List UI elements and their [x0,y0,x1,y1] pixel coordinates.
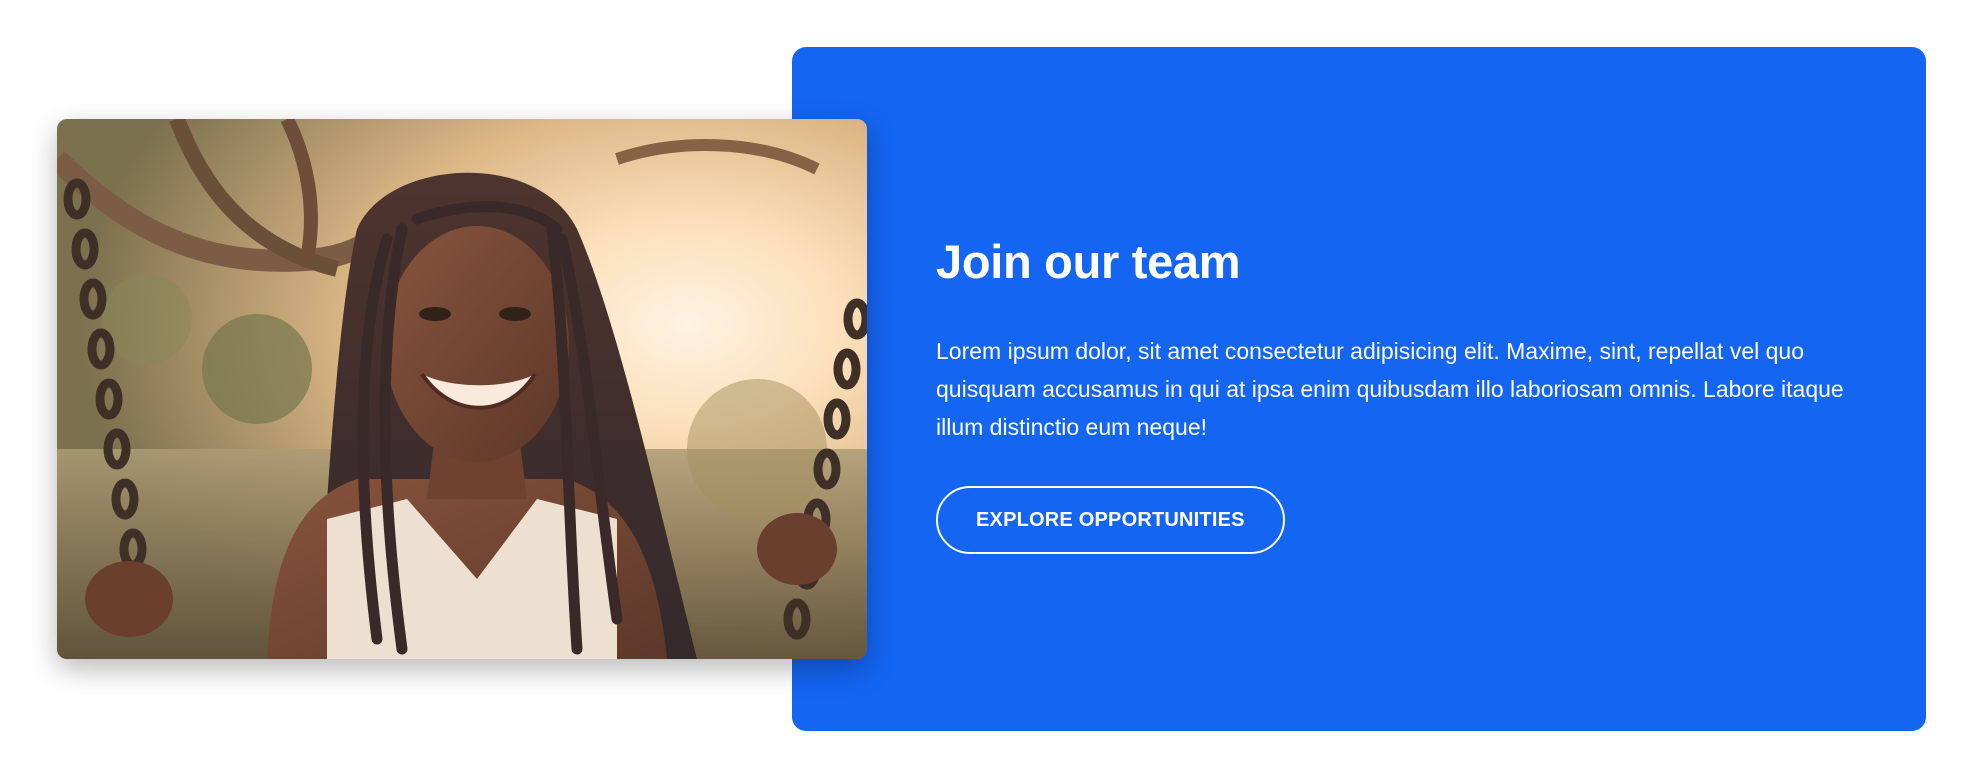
hero-description: Lorem ipsum dolor, sit amet consectetur … [936,338,1844,440]
explore-opportunities-button[interactable]: EXPLORE OPPORTUNITIES [936,486,1285,554]
page-title: Join our team [936,235,1241,288]
team-photo [57,119,867,659]
hero-content: Join our team Lorem ipsum dolor, sit ame… [936,228,1856,554]
